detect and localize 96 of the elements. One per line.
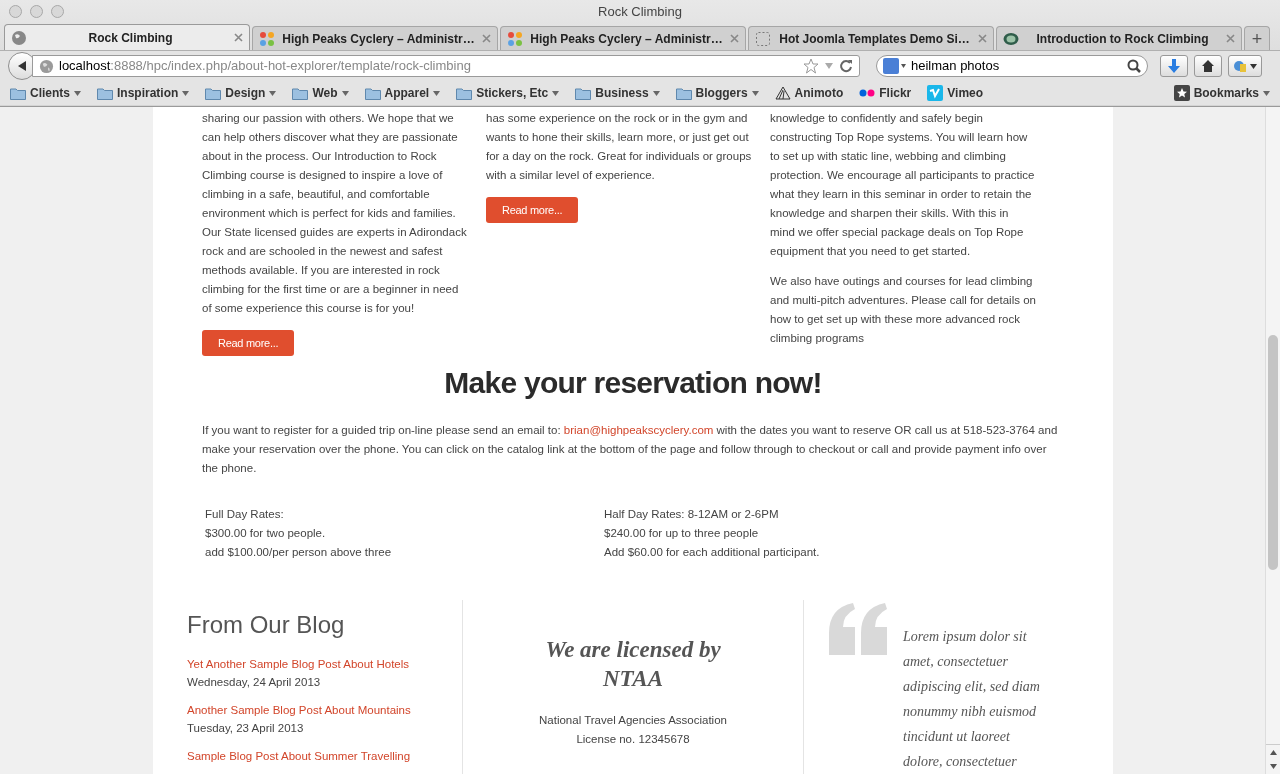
google-icon[interactable] (883, 58, 907, 74)
browser-tab[interactable]: High Peaks Cyclery – Administr… (252, 26, 498, 50)
globe-icon (39, 58, 54, 74)
body-text: knowledge to confidently and safely begin constructing Top Rope systems. You will learn how to set up with static line, webbing and climbing protection. We encourage all participants to practice what they learn in this seminar in order to retain the knowledge and sharpen their skills. With this in mind we offer special package deals on Top Rope equipment that you need to get started. (770, 111, 1035, 259)
badge-icon (1003, 30, 1019, 47)
scroll-down-icon[interactable] (1270, 764, 1277, 770)
scroll-up-icon[interactable] (1270, 749, 1277, 755)
close-tab-icon[interactable] (234, 33, 243, 42)
fan-icon (774, 86, 791, 100)
home-icon (1201, 59, 1215, 73)
dots-icon (859, 89, 876, 97)
caret-icon (1263, 90, 1270, 96)
caret-icon (433, 90, 441, 96)
back-arrow-icon (16, 60, 28, 72)
reservation-text: If you want to register for a guided trip on-line please send an email to: brian@highpeakscyclery.com with the dates you want to reserve OR call us at 518-523-3764 and make your reservation over the phone. You can click on the catalog link at the bottom of the page and follow through to checkout or call and provide payment info over the phone. (202, 423, 1059, 476)
caret-icon (341, 90, 349, 96)
caret-icon (552, 90, 560, 96)
download-arrow-icon (1167, 58, 1181, 74)
search-icon[interactable] (1127, 59, 1141, 73)
window-title: Rock Climbing (598, 4, 682, 19)
caret-icon (182, 90, 190, 96)
bookmark-folder[interactable]: Business (575, 84, 660, 102)
email-link[interactable]: brian@highpeakscyclery.com (563, 424, 714, 436)
caret-icon (652, 90, 660, 96)
bookmark-link[interactable]: Vimeo (927, 84, 984, 102)
bookmark-folder[interactable]: Clients (10, 84, 81, 102)
rates-text: Half Day Rates: 8-12AM or 2-6PM $240.00 for up to three people Add $60.00 for each additional participant. (604, 507, 821, 560)
rates-text: Full Day Rates: $300.00 for two people. add $100.00/per person above three (205, 507, 393, 560)
puzzle-icon (259, 30, 275, 47)
scrollbar[interactable] (1265, 107, 1280, 774)
globe-note-icon (1233, 59, 1247, 73)
read-more-button[interactable]: Read more... (202, 330, 295, 356)
folder-icon (205, 86, 222, 100)
reservation-heading: Make your reservation now! (443, 365, 823, 401)
vimeo-icon (927, 85, 944, 101)
bookmark-folder[interactable]: Web (292, 84, 349, 102)
globe-icon (11, 29, 27, 46)
close-tab-icon[interactable] (1226, 34, 1235, 43)
bookmark-folder[interactable]: Design (205, 84, 277, 102)
minimize-window-button[interactable] (30, 4, 43, 18)
folder-icon (364, 86, 381, 100)
bookmark-folder[interactable]: Stickers, Etc (456, 84, 560, 102)
browser-tab[interactable]: Introduction to Rock Climbing (996, 26, 1242, 50)
blank-page-icon (755, 30, 771, 47)
caret-icon (74, 90, 81, 96)
body-text: We also have outings and courses for lead climbing and multi-pitch adventures. Please call for details on how to get set up with these more advanced rock climbing programs (770, 274, 1036, 346)
license-heading: We are licensed by NTAA (544, 636, 722, 693)
reload-icon[interactable] (839, 59, 853, 73)
close-tab-icon[interactable] (730, 34, 739, 43)
browser-tab[interactable]: High Peaks Cyclery – Administr… (500, 26, 746, 50)
blog-title: From Our Blog (187, 610, 346, 640)
dropdown-icon[interactable] (824, 62, 834, 70)
browser-tab[interactable]: Rock Climbing (4, 24, 250, 50)
bookmarks-menu[interactable]: Bookmarks (1173, 84, 1270, 102)
address-text: localhost:8888/hpc/index.php/about-hot-explorer/template/rock-climbing (59, 57, 472, 76)
folder-icon (292, 86, 309, 100)
bookmark-folder[interactable]: Inspiration (97, 84, 190, 102)
folder-icon (97, 86, 113, 100)
folder-icon (675, 86, 692, 100)
body-text: sharing our passion with others. We hope that we can help others discover what they are passionate about in the process. Our Introduction to Rock Climbing course is designed to inspire a love of climbing in a safe, beautiful, and comfortable environment which is perfect for kids and families. Our State licensed guides are experts in Adirondack rock and are schooled in the newest and safest methods available. If you are interested in rock climbing for the first time or are a beginner in need of some experience this course is for you! (202, 111, 467, 316)
star-icon[interactable] (803, 58, 819, 74)
bookmark-folder[interactable]: Apparel (364, 84, 441, 102)
license-text: National Travel Agencies Association License no. 12345678 (539, 713, 727, 747)
quote-icon (829, 603, 889, 655)
folder-icon (456, 86, 473, 100)
blog-post-link[interactable]: Sample Blog Post About Summer Travelling (187, 747, 411, 765)
search-field[interactable]: heilman photos (876, 55, 1148, 77)
caret-icon (1250, 63, 1257, 69)
quote-text: Lorem ipsum dolor sit amet, consectetuer adipiscing elit, sed diam nonummy nibh euismod tincidunt ut laoreet dolore, consectetuer (903, 628, 1041, 771)
post-date: Tuesday, 23 April 2013 (187, 721, 304, 736)
bookmark-link[interactable]: Flickr (859, 84, 912, 102)
bookmark-folder[interactable]: Bloggers (675, 84, 759, 102)
home-button[interactable] (1194, 55, 1222, 77)
browser-tab[interactable]: Hot Joomla Templates Demo Si… (748, 26, 994, 50)
body-text: has some experience on the rock or in the gym and wants to hone their skills, learn more, or just get out for a day on the rock. Great for individuals or groups with a similar level of experience. (486, 111, 752, 183)
scrollbar-thumb[interactable] (1268, 335, 1278, 570)
address-field[interactable]: localhost:8888/hpc/index.php/about-hot-explorer/template/rock-climbing (32, 55, 860, 77)
addon-button[interactable] (1228, 55, 1262, 77)
puzzle-icon (507, 30, 523, 47)
close-window-button[interactable] (9, 4, 22, 18)
blog-post-link[interactable]: Another Sample Blog Post About Mountains (187, 701, 411, 719)
new-tab-button[interactable]: + (1244, 26, 1270, 50)
read-more-button[interactable]: Read more... (486, 197, 579, 223)
close-tab-icon[interactable] (482, 34, 491, 43)
blog-post-link[interactable]: Yet Another Sample Blog Post About Hotels (187, 655, 410, 673)
download-button[interactable] (1160, 55, 1188, 77)
caret-icon (269, 90, 277, 96)
caret-icon (751, 90, 759, 96)
search-text: heilman photos (911, 57, 1001, 76)
close-tab-icon[interactable] (978, 34, 987, 43)
bookmark-link[interactable]: Animoto (774, 84, 844, 102)
post-date: Wednesday, 24 April 2013 (187, 675, 321, 690)
folder-icon (10, 86, 26, 100)
star-icon (1173, 85, 1190, 101)
zoom-window-button[interactable] (51, 4, 64, 18)
folder-icon (575, 86, 592, 100)
